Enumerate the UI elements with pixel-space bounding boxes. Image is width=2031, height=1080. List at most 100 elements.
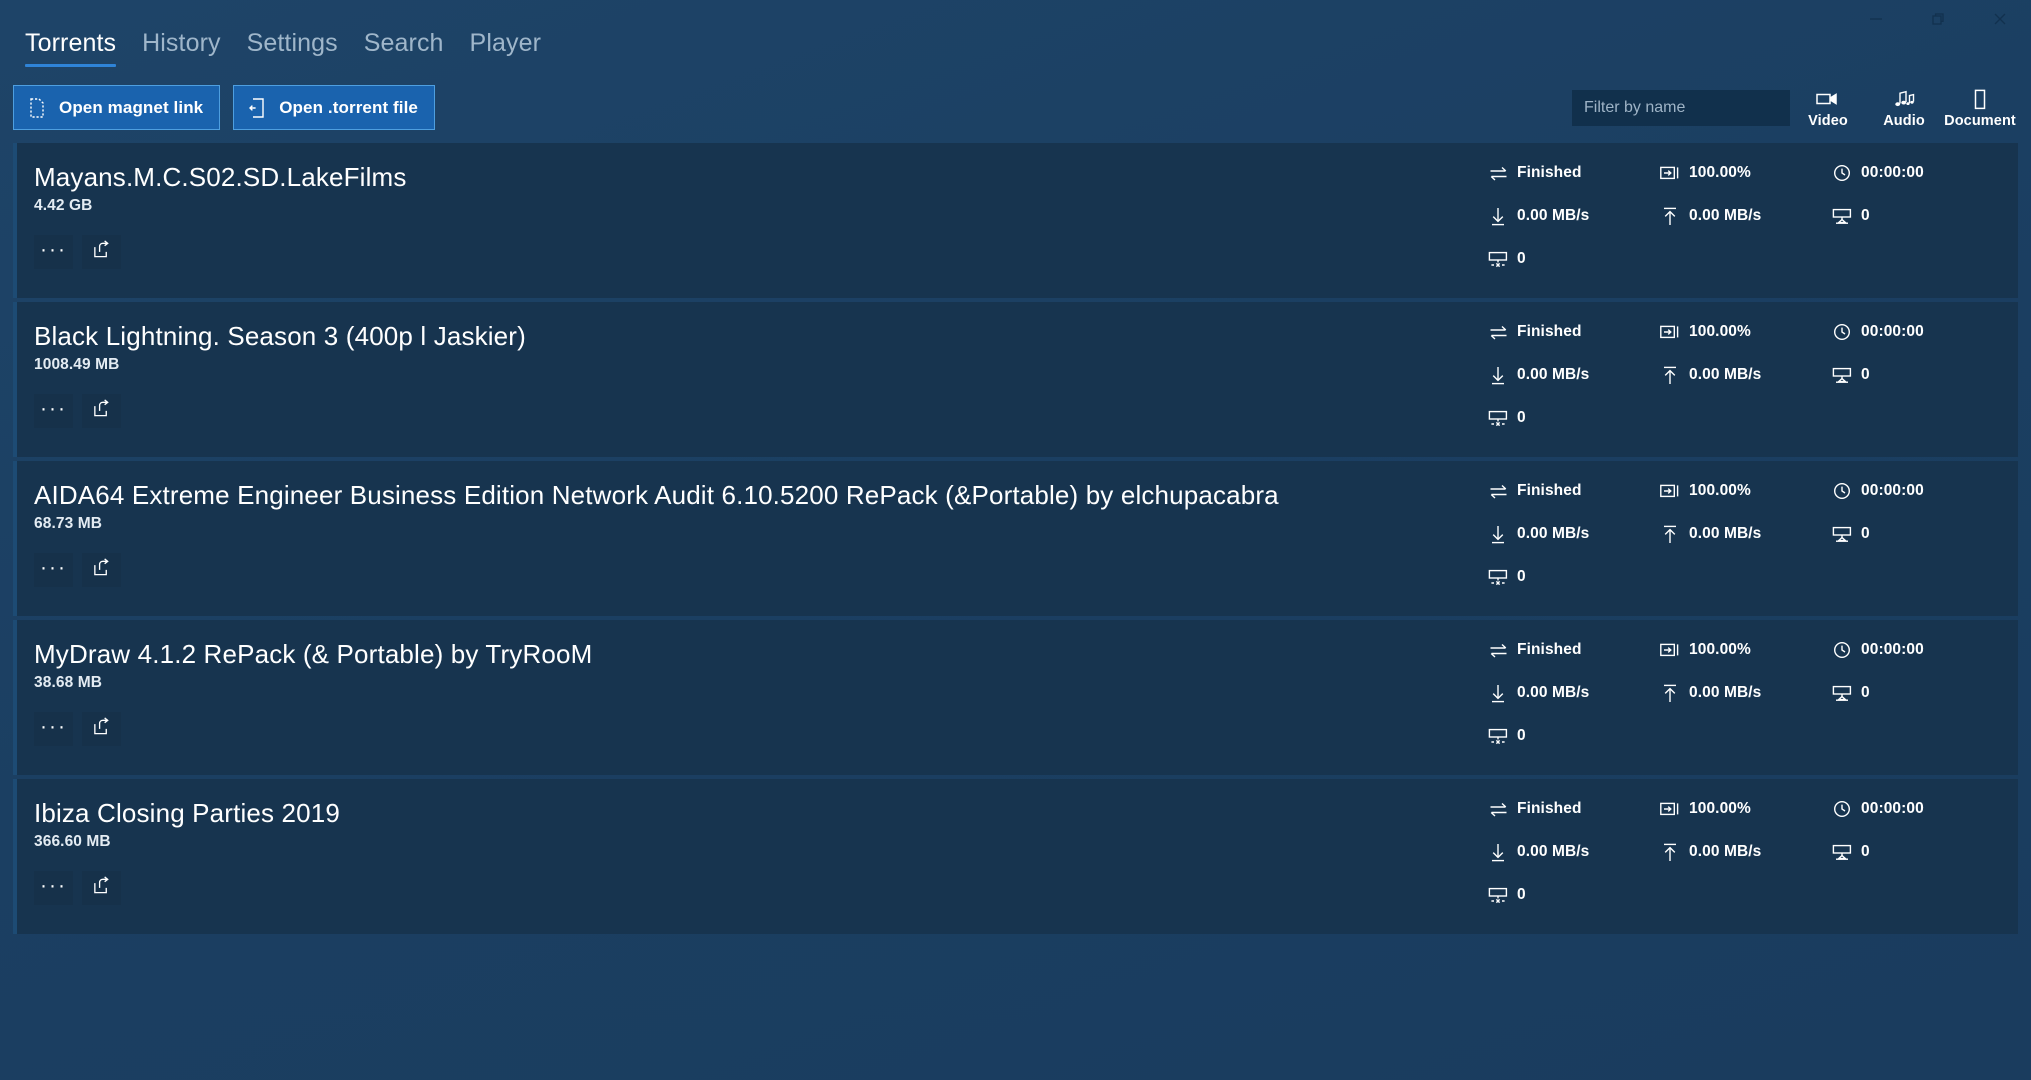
torrent-row-actions: ··· [34,871,121,905]
torrent-name: AIDA64 Extreme Engineer Business Edition… [34,480,1279,510]
torrent-progress: 100.00% [1660,797,1832,821]
torrent-status-value: Finished [1517,800,1582,817]
category-filter-document-label: Document [1944,113,2016,129]
torrent-seeds: 0 [1832,204,2018,228]
torrent-peers: 0 [1488,247,1660,271]
torrent-seeds: 0 [1832,363,2018,387]
upload-arrow-icon [1660,683,1680,703]
torrent-progress-value: 100.00% [1689,482,1751,499]
restore-button[interactable] [1907,0,1969,38]
more-options-button[interactable]: ··· [34,871,73,905]
seeds-monitor-icon [1832,365,1852,385]
peers-monitor-icon [1488,567,1508,587]
torrent-time-value: 00:00:00 [1861,323,1924,340]
clock-icon [1832,163,1852,183]
seeds-monitor-icon [1832,842,1852,862]
torrent-stats: Finished 100.00% 00:00:00 0.00 MB/s 0.00… [1488,479,2018,608]
torrent-status-value: Finished [1517,641,1582,658]
peers-monitor-icon [1488,726,1508,746]
torrent-download-speed: 0.00 MB/s [1488,204,1660,228]
more-options-button[interactable]: ··· [34,553,73,587]
torrent-seeds-value: 0 [1861,207,1870,224]
category-filter-document[interactable]: Document [1942,86,2018,129]
close-button[interactable] [1969,0,2031,38]
torrent-upload-speed-value: 0.00 MB/s [1689,207,1762,224]
torrent-peers: 0 [1488,724,1660,748]
more-options-button[interactable]: ··· [34,394,73,428]
share-button[interactable] [82,712,121,746]
torrent-progress: 100.00% [1660,161,1832,185]
torrent-peers-value: 0 [1517,409,1526,426]
torrent-stats: Finished 100.00% 00:00:00 0.00 MB/s 0.00… [1488,638,2018,767]
peers-monitor-icon [1488,408,1508,428]
torrent-progress-value: 100.00% [1689,800,1751,817]
more-options-icon: ··· [40,715,67,738]
toolbar-right-group: Video Audio [1572,86,2018,129]
more-options-button[interactable]: ··· [34,235,73,269]
transfer-arrows-icon [1488,481,1508,501]
torrent-row[interactable]: Black Lightning. Season 3 (400p l Jaskie… [13,302,2018,457]
share-button[interactable] [82,871,121,905]
share-button[interactable] [82,394,121,428]
peers-monitor-icon [1488,249,1508,269]
more-options-icon: ··· [40,238,67,261]
torrent-stats: Finished 100.00% 00:00:00 0.00 MB/s 0.00… [1488,797,2018,926]
torrent-peers-value: 0 [1517,727,1526,744]
window-titlebar [0,0,2031,38]
torrent-list[interactable]: Mayans.M.C.S02.SD.LakeFilms 4.42 GB ··· [13,143,2018,1080]
torrent-progress-value: 100.00% [1689,323,1751,340]
torrent-row[interactable]: Ibiza Closing Parties 2019 366.60 MB ··· [13,779,2018,934]
download-arrow-icon [1488,365,1508,385]
torrent-progress: 100.00% [1660,479,1832,503]
torrent-size: 68.73 MB [34,515,102,532]
torrent-seeds-value: 0 [1861,366,1870,383]
progress-bar-icon [1660,799,1680,819]
torrent-peers-value: 0 [1517,886,1526,903]
more-options-button[interactable]: ··· [34,712,73,746]
torrent-peers: 0 [1488,406,1660,430]
torrent-seeds-value: 0 [1861,525,1870,542]
torrent-time: 00:00:00 [1832,161,2018,185]
minimize-button[interactable] [1845,0,1907,38]
torrent-row[interactable]: MyDraw 4.1.2 RePack (& Portable) by TryR… [13,620,2018,775]
seeds-monitor-icon [1832,683,1852,703]
torrent-download-speed: 0.00 MB/s [1488,840,1660,864]
transfer-arrows-icon [1488,322,1508,342]
torrent-peers-value: 0 [1517,250,1526,267]
seeds-monitor-icon [1832,524,1852,544]
torrent-row[interactable]: Mayans.M.C.S02.SD.LakeFilms 4.42 GB ··· [13,143,2018,298]
category-filter-video[interactable]: Video [1790,86,1866,129]
torrent-progress-value: 100.00% [1689,164,1751,181]
share-icon [92,558,111,582]
share-button[interactable] [82,235,121,269]
category-filter-audio[interactable]: Audio [1866,86,1942,129]
share-icon [92,876,111,900]
torrent-download-speed-value: 0.00 MB/s [1517,207,1590,224]
torrent-row-actions: ··· [34,712,121,746]
torrent-time: 00:00:00 [1832,320,2018,344]
more-options-icon: ··· [40,397,67,420]
filter-by-name-input[interactable] [1572,89,1790,126]
upload-arrow-icon [1660,524,1680,544]
torrent-row-main: MyDraw 4.1.2 RePack (& Portable) by TryR… [34,620,1514,775]
torrent-row-main: AIDA64 Extreme Engineer Business Edition… [34,461,1514,616]
torrent-progress: 100.00% [1660,638,1832,662]
torrent-progress-value: 100.00% [1689,641,1751,658]
clock-icon [1832,640,1852,660]
torrent-client-window: Torrents History Settings Search Player … [0,0,2031,1080]
torrent-seeds: 0 [1832,840,2018,864]
open-magnet-link-button[interactable]: Open magnet link [13,85,221,130]
clock-icon [1832,322,1852,342]
torrent-row[interactable]: AIDA64 Extreme Engineer Business Edition… [13,461,2018,616]
transfer-arrows-icon [1488,163,1508,183]
torrent-seeds: 0 [1832,522,2018,546]
torrent-time-value: 00:00:00 [1861,164,1924,181]
torrent-row-actions: ··· [34,235,121,269]
share-icon [92,240,111,264]
torrent-upload-speed: 0.00 MB/s [1660,681,1832,705]
clock-icon [1832,481,1852,501]
share-button[interactable] [82,553,121,587]
open-torrent-file-button[interactable]: Open .torrent file [233,85,435,130]
torrent-upload-speed: 0.00 MB/s [1660,840,1832,864]
torrent-size: 366.60 MB [34,833,111,850]
